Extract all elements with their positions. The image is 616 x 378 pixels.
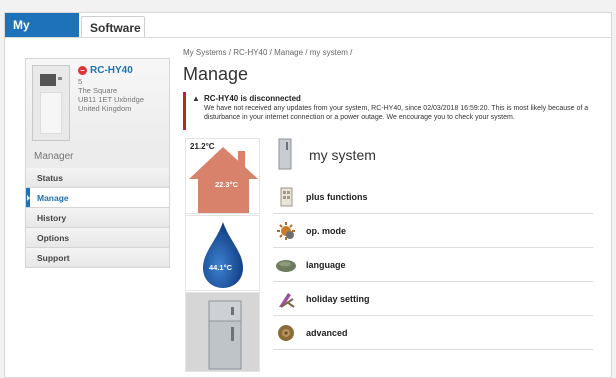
function-op-mode[interactable]: op. mode (273, 215, 593, 248)
sidebar: – RC-HY40 5 The Square UB11 1ET Uxbridge … (25, 58, 170, 268)
function-label: language (306, 260, 346, 270)
panel-icon (280, 187, 293, 207)
sidebar-item-manage[interactable]: Manage (25, 188, 170, 208)
content-panel: – RC-HY40 5 The Square UB11 1ET Uxbridge … (4, 37, 612, 378)
page-title: Manage (183, 64, 249, 84)
address-line: 5 (78, 77, 83, 86)
tab-my-systems[interactable]: My Systems (5, 13, 79, 57)
indoor-temperature: 22.3°C (215, 180, 239, 189)
breadcrumb[interactable]: My Systems / RC-HY40 / Manage / my syste… (183, 48, 352, 57)
top-nav: My Systems Software (0, 0, 616, 57)
gear-stone-icon (278, 325, 294, 341)
tab-software[interactable]: Software (81, 16, 145, 38)
address-line: United Kingdom (78, 104, 132, 113)
function-language[interactable]: language (273, 249, 593, 282)
device-card[interactable]: – RC-HY40 5 The Square UB11 1ET Uxbridge … (25, 58, 170, 146)
alert-disconnected: ▲ RC-HY40 is disconnected We have not re… (183, 92, 603, 130)
water-drop-icon (203, 222, 243, 288)
deck-chair-icon (279, 293, 295, 308)
address-line: The Square (78, 86, 118, 95)
function-holiday-setting[interactable]: holiday setting (273, 283, 593, 316)
outdoor-temperature: 21.2°C (190, 142, 215, 151)
system-unit-icon (278, 138, 292, 170)
sun-gear-icon (277, 222, 295, 240)
function-label: advanced (306, 328, 348, 338)
indoor-climate-tile[interactable]: 21.2°C 22.3°C (185, 138, 260, 214)
sidebar-item-support[interactable]: Support (25, 248, 170, 268)
alert-title: RC-HY40 is disconnected (204, 94, 301, 103)
heat-pump-unit-icon (208, 300, 242, 370)
active-marker-icon (26, 188, 30, 207)
function-advanced[interactable]: advanced (273, 317, 593, 350)
function-label: plus functions (306, 192, 368, 202)
device-name[interactable]: – RC-HY40 (78, 65, 133, 76)
system-title: my system (309, 147, 376, 163)
function-label: holiday setting (306, 294, 370, 304)
speech-stone-icon (276, 260, 296, 272)
alert-message: We have not received any updates from yo… (204, 105, 589, 121)
tab-bar: My Systems Software (4, 12, 612, 57)
sidebar-item-history[interactable]: History (25, 208, 170, 228)
hot-water-tile[interactable]: 44.1°C (185, 215, 260, 291)
water-temperature: 44.1°C (209, 263, 233, 272)
system-header: my system (273, 138, 593, 178)
device-address: 5 The Square UB11 1ET Uxbridge United Ki… (78, 77, 144, 113)
heat-pump-device-icon (32, 65, 70, 141)
stop-icon: – (78, 66, 87, 75)
sidebar-item-status[interactable]: Status (25, 168, 170, 188)
sidebar-section-label: Manager (25, 146, 170, 168)
address-line: UB11 1ET Uxbridge (78, 95, 145, 104)
warning-icon: ▲ (192, 94, 200, 103)
function-plus-functions[interactable]: plus functions (273, 181, 593, 214)
sidebar-item-options[interactable]: Options (25, 228, 170, 248)
function-label: op. mode (306, 226, 346, 236)
heat-pump-tile[interactable] (185, 292, 260, 372)
